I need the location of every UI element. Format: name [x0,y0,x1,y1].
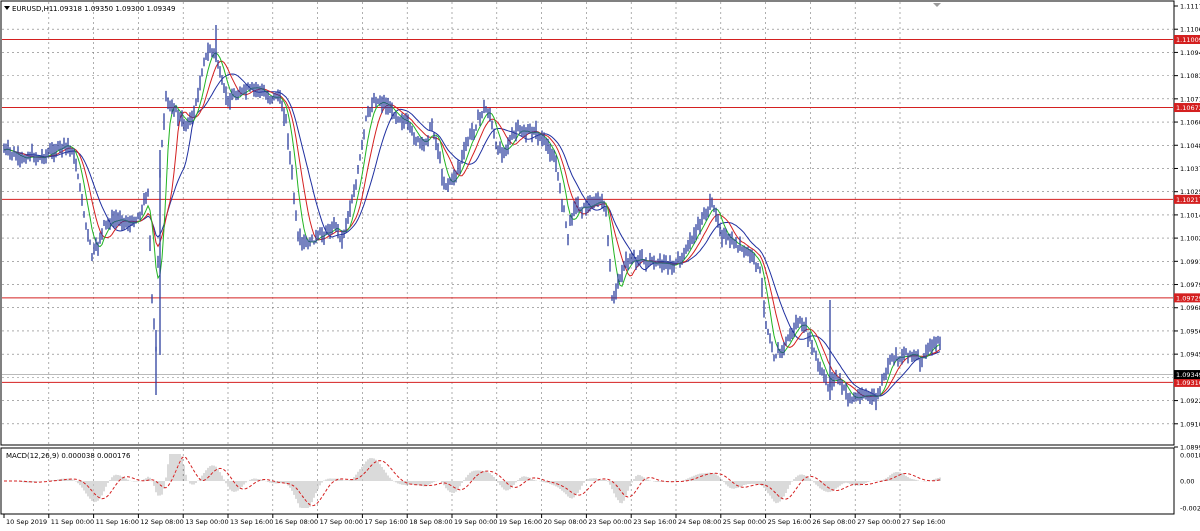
macd-tick-label: 0.00 [1180,478,1194,486]
macd-label: MACD(12,26,9) 0.000038 0.000176 [6,452,131,460]
ohlc-values: 1.09318 1.09350 1.09300 1.09349 [53,5,175,13]
time-tick-label: 13 Sep 16:00 [230,518,273,526]
price-tick-label: 1.09450 [1180,351,1200,359]
time-tick-label: 17 Sep 00:00 [320,518,363,526]
price-tick-label: 1.10025 [1180,235,1200,243]
price-tick-label: 1.10715 [1180,95,1200,103]
time-tick-label: 23 Sep 16:00 [633,518,676,526]
time-tick-label: 11 Sep 00:00 [51,518,94,526]
price-tick-label: 1.10485 [1180,142,1200,150]
time-tick-label: 17 Sep 16:00 [364,518,407,526]
price-tick-label: 1.08990 [1180,444,1200,452]
price-tick-label: 1.11175 [1180,3,1200,11]
time-tick-label: 23 Sep 00:00 [588,518,631,526]
time-tick-label: 20 Sep 08:00 [544,518,587,526]
time-tick-label: 27 Sep 00:00 [857,518,900,526]
macd-tick-label: 0.001895 [1180,452,1200,460]
time-tick-label: 27 Sep 16:00 [902,518,945,526]
level-price-label: 1.09310 [1176,379,1200,387]
level-price-label: 1.10217 [1176,196,1200,204]
chart-canvas[interactable]: 1.111751.110601.109451.108301.107151.106… [0,0,1200,531]
price-tick-label: 1.10830 [1180,72,1200,80]
price-tick-label: 1.09795 [1180,281,1200,289]
time-tick-label: 11 Sep 16:00 [96,518,139,526]
price-tick-label: 1.11060 [1180,26,1200,34]
price-tick-label: 1.10945 [1180,49,1200,57]
level-price-label: 1.10672 [1176,104,1200,112]
price-tick-label: 1.10370 [1180,165,1200,173]
level-price-label: 1.09729 [1176,294,1200,302]
price-tick-label: 1.10140 [1180,211,1200,219]
time-tick-label: 16 Sep 08:00 [275,518,318,526]
time-tick-label: 19 Sep 00:00 [454,518,497,526]
level-price-label: 1.11009 [1176,36,1200,44]
price-tick-label: 1.09680 [1180,304,1200,312]
price-tick-label: 1.09910 [1180,258,1200,266]
price-tick-label: 1.09105 [1180,420,1200,428]
time-tick-label: 25 Sep 00:00 [723,518,766,526]
time-tick-label: 13 Sep 00:00 [185,518,228,526]
price-tick-label: 1.09220 [1180,397,1200,405]
time-tick-label: 12 Sep 08:00 [140,518,183,526]
chart-background [0,0,1200,531]
symbol-label: EURUSD,H1 [12,5,53,13]
time-tick-label: 24 Sep 08:00 [678,518,721,526]
time-tick-label: 18 Sep 08:00 [409,518,452,526]
time-tick-label: 19 Sep 16:00 [499,518,542,526]
time-tick-label: 25 Sep 16:00 [768,518,811,526]
time-tick-label: 10 Sep 2019 [6,518,47,526]
price-tick-label: 1.10600 [1180,119,1200,127]
price-tick-label: 1.09565 [1180,327,1200,335]
time-tick-label: 26 Sep 08:00 [812,518,855,526]
current-price-label: 1.09349 [1176,371,1200,379]
macd-tick-label: -0.00206 [1180,505,1200,513]
